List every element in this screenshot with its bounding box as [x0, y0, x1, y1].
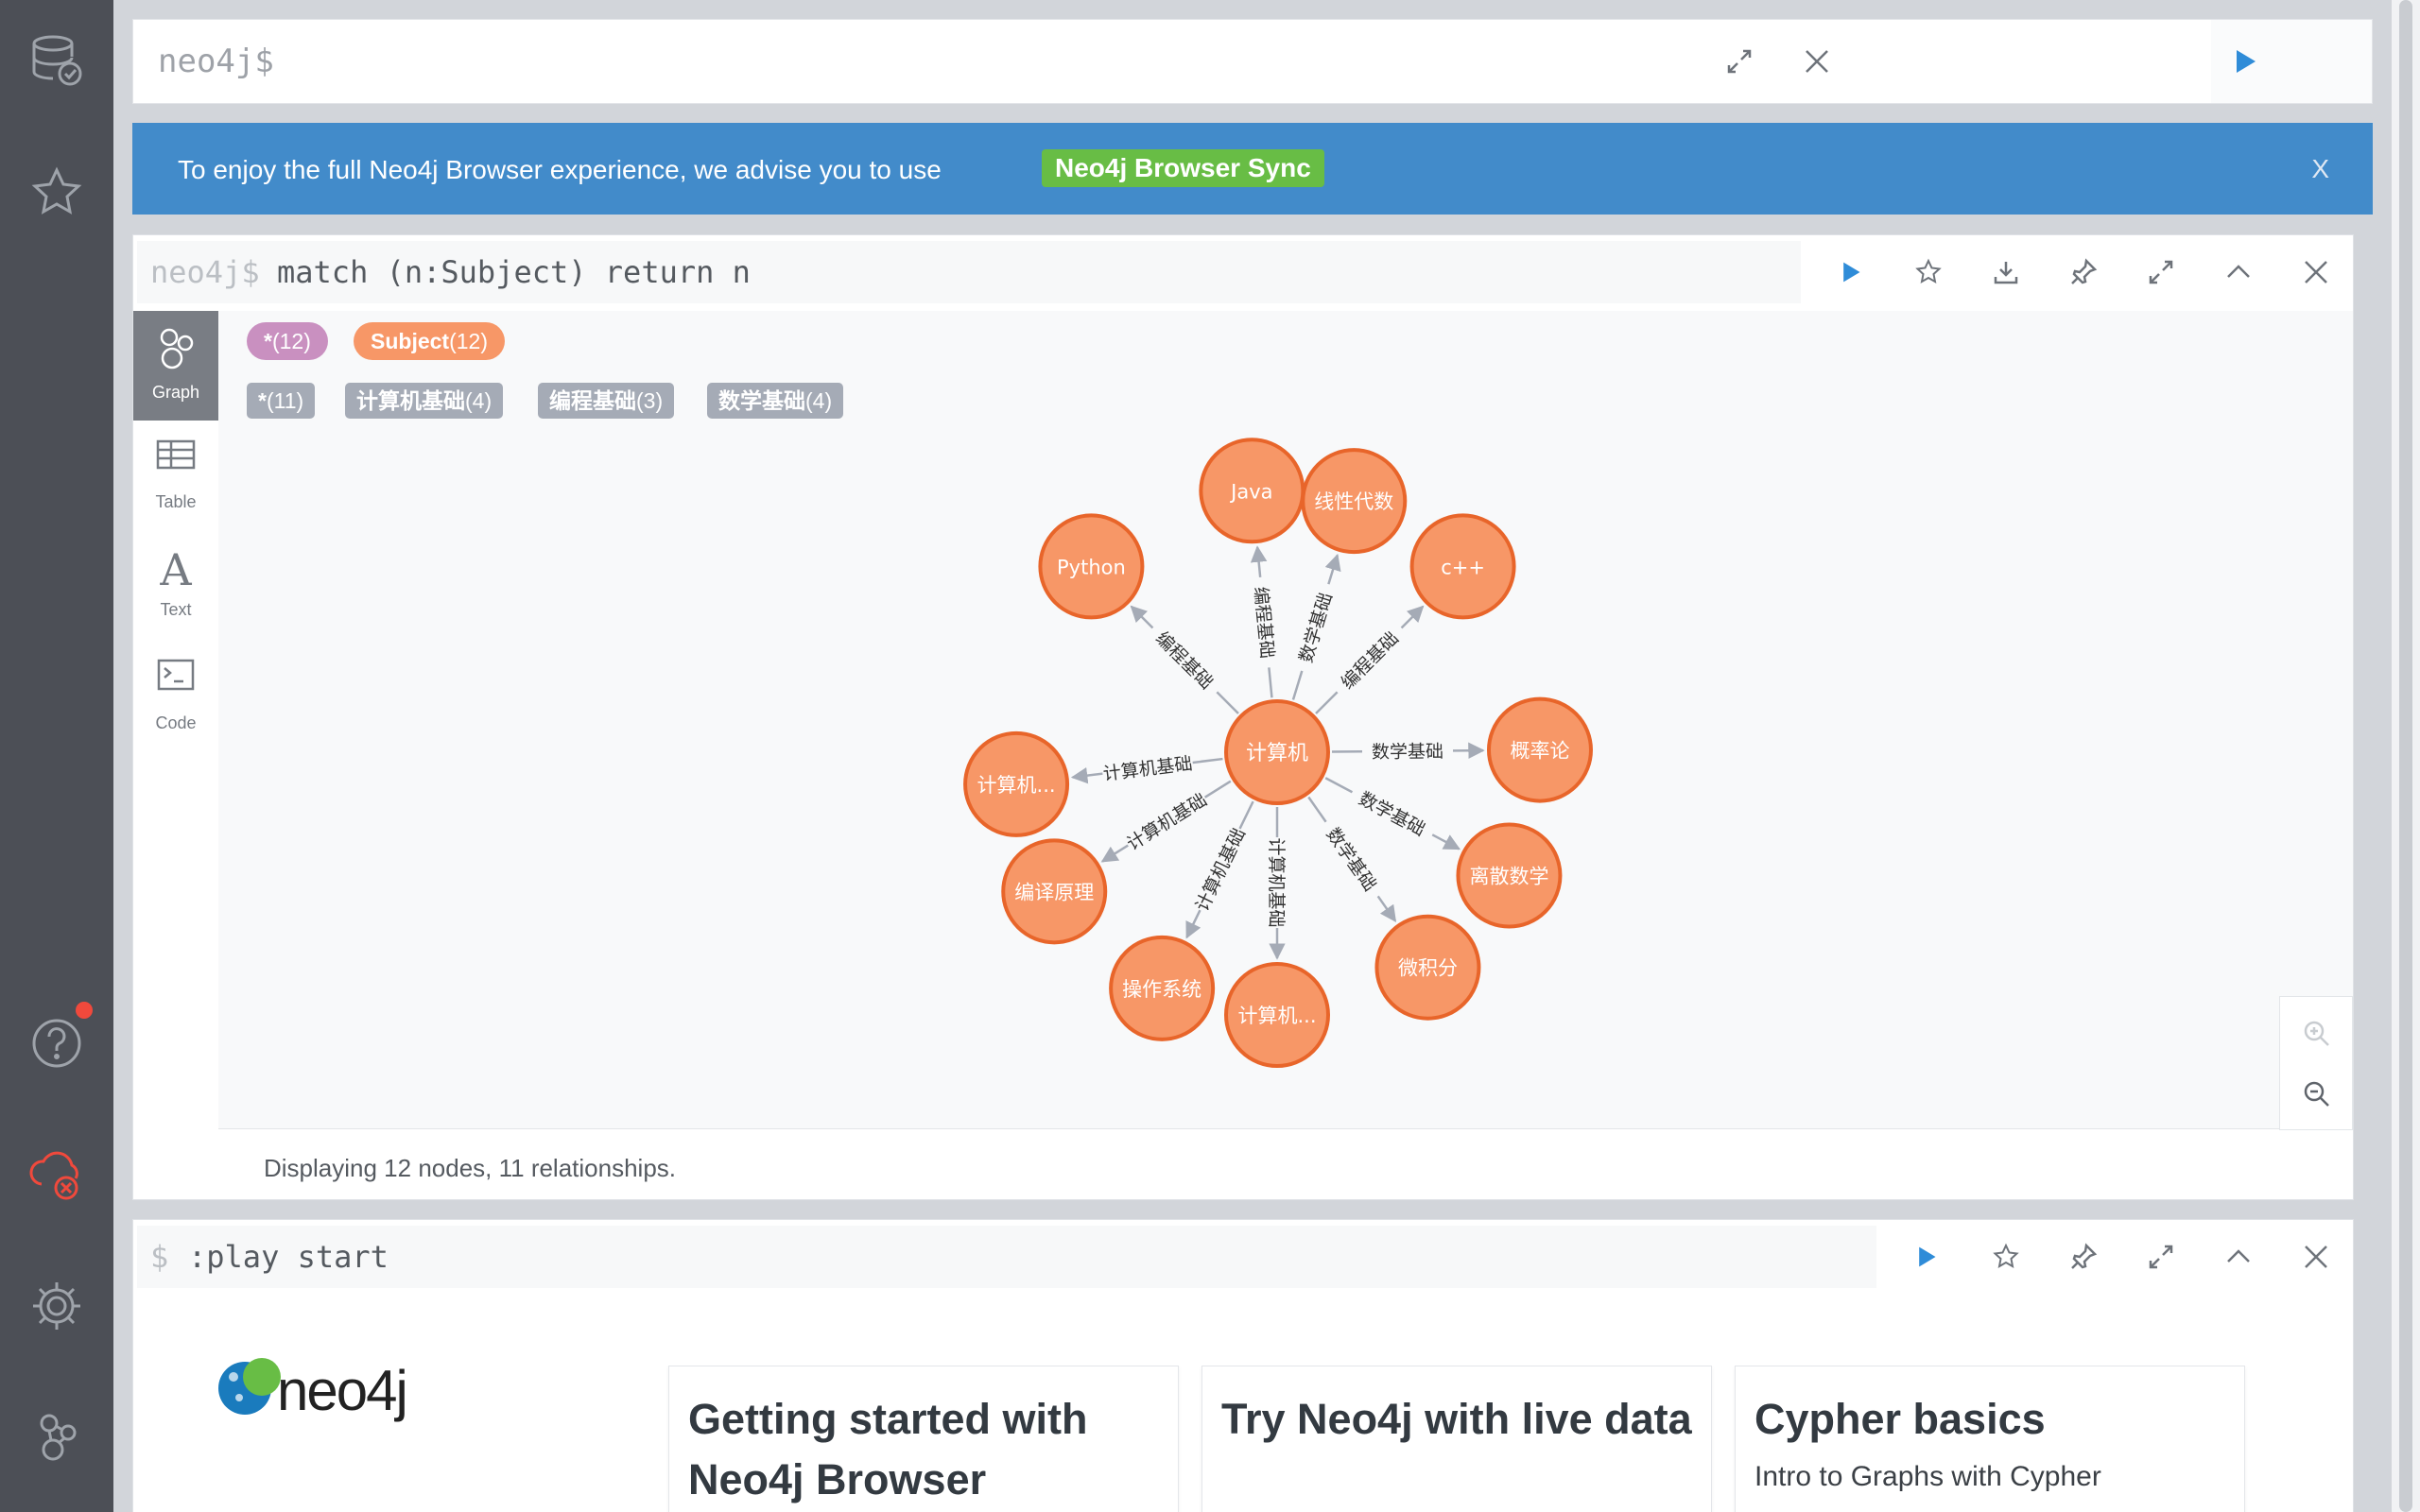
- relationship-label: 数学基础: [1372, 741, 1443, 763]
- star-icon[interactable]: [25, 161, 89, 225]
- zoom-out-icon[interactable]: [2288, 1065, 2346, 1124]
- relationship-label: 计算机基础: [1123, 789, 1210, 854]
- fullscreen-editor-button[interactable]: [1710, 32, 1769, 91]
- card-title: Getting started with Neo4j Browser: [688, 1395, 1088, 1503]
- pin-icon[interactable]: [2054, 243, 2113, 301]
- download-icon[interactable]: [1977, 243, 2035, 301]
- graph-node-label: 编译原理: [1014, 881, 1094, 903]
- card-title: Cypher basics: [1754, 1395, 2046, 1443]
- relationship-label: 数学基础: [1296, 591, 1337, 665]
- frame-prompt: neo4j$: [150, 254, 260, 290]
- card-getting-started[interactable]: Getting started with Neo4j Browser: [668, 1366, 1179, 1512]
- graph-node-label: c++: [1441, 556, 1485, 578]
- settings-gear-icon[interactable]: [25, 1274, 89, 1338]
- sidebar: [0, 0, 113, 1512]
- frame-prompt: $: [150, 1239, 169, 1275]
- graph-node-center-label: 计算机: [1246, 742, 1308, 765]
- graph-canvas[interactable]: 编程基础Java数学基础线性代数编程基础c++数学基础 概率论数学基础离散数学数学…: [218, 311, 2353, 1129]
- disconnected-cloud-icon[interactable]: [25, 1141, 89, 1205]
- tab-text[interactable]: A Text: [133, 528, 218, 638]
- graph-node-label: Python: [1057, 556, 1126, 578]
- frame-command-bar[interactable]: $ :play start: [137, 1226, 1876, 1288]
- browser-sync-banner: To enjoy the full Neo4j Browser experien…: [132, 123, 2373, 215]
- zoom-controls: [2279, 996, 2353, 1130]
- graph-node-label: 计算机...: [977, 774, 1056, 797]
- card-cypher-basics[interactable]: Cypher basics Intro to Graphs with Cyphe…: [1735, 1366, 2245, 1512]
- browser-sync-link[interactable]: Neo4j Browser Sync: [1042, 149, 1324, 187]
- relationship-label: 计算机基础: [1266, 837, 1287, 927]
- frame-query[interactable]: :play start: [188, 1239, 389, 1275]
- graph-node-label: 离散数学: [1469, 866, 1548, 888]
- result-status: Displaying 12 nodes, 11 relationships.: [264, 1154, 677, 1182]
- graph-node-label: 微积分: [1398, 957, 1458, 980]
- card-title: Try Neo4j with live data: [1221, 1395, 1692, 1443]
- view-tabs: Graph Table A Text Code: [133, 311, 218, 1133]
- collapse-frame-button[interactable]: [2209, 1228, 2268, 1286]
- result-frame-play-start: $ :play start neo4j Getting started with…: [132, 1219, 2354, 1512]
- database-icon[interactable]: [25, 28, 89, 93]
- notification-badge: [76, 1002, 93, 1019]
- editor-prompt: neo4j$: [158, 43, 274, 80]
- graph-node-label: 操作系统: [1122, 978, 1201, 1001]
- help-icon[interactable]: [25, 1009, 89, 1074]
- text-view-icon: A: [160, 544, 192, 595]
- graph-node-label: 计算机...: [1237, 1005, 1316, 1027]
- pin-icon[interactable]: [2054, 1228, 2113, 1286]
- run-button[interactable]: [2216, 32, 2274, 91]
- result-frame-graph: neo4j$ match (n:Subject) return n Graph: [132, 234, 2354, 1200]
- card-subtitle: Intro to Graphs with Cypher: [1754, 1461, 2101, 1492]
- collapse-frame-button[interactable]: [2209, 243, 2268, 301]
- favorite-star-icon[interactable]: [1899, 243, 1958, 301]
- zoom-in-icon[interactable]: [2288, 1005, 2346, 1063]
- main-editor[interactable]: neo4j$: [132, 19, 2373, 104]
- tab-table-label: Table: [155, 492, 197, 511]
- neo4j-logo-icon: [218, 1358, 281, 1415]
- graph-node-label: Java: [1229, 480, 1272, 503]
- graph-visualization[interactable]: *(12) Subject(12) *(11) 计算机基础(4) 编程基础(3)…: [218, 311, 2353, 1130]
- frame-query[interactable]: match (n:Subject) return n: [277, 254, 751, 290]
- tab-graph[interactable]: Graph: [133, 311, 218, 421]
- table-view-icon: [156, 439, 196, 470]
- editor-actions: [2211, 20, 2372, 103]
- favorite-star-icon[interactable]: [1977, 1228, 2035, 1286]
- graph-node-label: 线性代数: [1314, 490, 1393, 513]
- about-neo4j-icon[interactable]: [25, 1404, 89, 1469]
- tab-table[interactable]: Table: [133, 421, 218, 530]
- rerun-button[interactable]: [1897, 1228, 1956, 1286]
- tab-code[interactable]: Code: [133, 642, 218, 751]
- banner-close-button[interactable]: X: [2311, 154, 2329, 184]
- banner-message: To enjoy the full Neo4j Browser experien…: [178, 155, 942, 184]
- relationship-label: 计算机基础: [1192, 825, 1250, 915]
- card-try-live-data[interactable]: Try Neo4j with live data: [1201, 1366, 1712, 1512]
- relationship-label: 编程基础: [1338, 627, 1403, 693]
- relationship-label: 数学基础: [1322, 824, 1381, 895]
- graph-view-icon: [160, 328, 194, 369]
- tab-graph-label: Graph: [151, 383, 200, 402]
- neo4j-logo: neo4j: [216, 1350, 424, 1426]
- relationship-label: 编程基础: [1151, 627, 1217, 693]
- frame-command-bar[interactable]: neo4j$ match (n:Subject) return n: [137, 241, 1801, 303]
- page-scrollbar[interactable]: [2392, 0, 2420, 1512]
- graph-node-label: 概率论: [1510, 740, 1569, 763]
- page-scrollbar-thumb[interactable]: [2399, 0, 2412, 1512]
- close-frame-button[interactable]: [2287, 243, 2345, 301]
- tab-text-label: Text: [160, 600, 192, 619]
- tab-code-label: Code: [155, 713, 197, 732]
- fullscreen-frame-button[interactable]: [2132, 1228, 2190, 1286]
- rerun-button[interactable]: [1822, 243, 1880, 301]
- fullscreen-frame-button[interactable]: [2132, 243, 2190, 301]
- clear-editor-button[interactable]: [1788, 32, 1846, 91]
- code-view-icon: [157, 659, 195, 691]
- neo4j-logo-text: neo4j: [277, 1359, 408, 1422]
- close-frame-button[interactable]: [2287, 1228, 2345, 1286]
